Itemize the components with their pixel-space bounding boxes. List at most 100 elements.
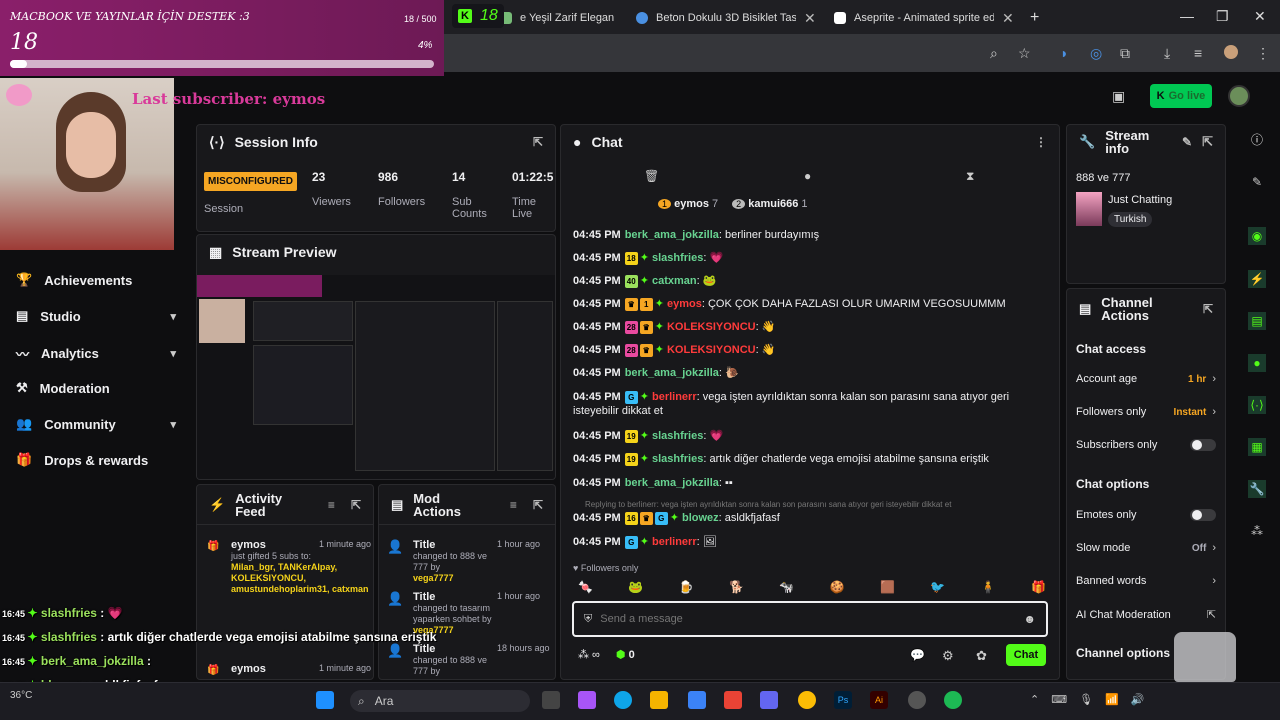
nav-drops-rewards[interactable]: 🎁 Drops & rewards (16, 452, 176, 468)
preview-video[interactable] (197, 275, 555, 479)
task-view-icon[interactable] (542, 691, 560, 709)
chat-icon[interactable]: ● (1248, 354, 1266, 372)
chat-message[interactable]: 04:45 PM ♛ 1 ✦ eymos: ÇOK ÇOK DAHA FAZLASI … (573, 297, 1053, 311)
pencil-icon[interactable]: ✎ (1248, 173, 1266, 191)
language-tag[interactable]: Turkish (1108, 212, 1153, 227)
search-icon[interactable]: ⌕ (990, 45, 998, 62)
minimize-icon[interactable]: — (1180, 8, 1194, 24)
more-options-icon[interactable]: ⋮ (1035, 135, 1047, 149)
emotes-only-toggle[interactable] (1190, 509, 1216, 521)
chat-message[interactable]: 04:45 PM 40 ✦ catxman: 🐸 (573, 274, 1053, 288)
chat-message[interactable]: 04:45 PM 16 ♛ G ✦ blowez: asldkfjafasf (573, 511, 1053, 525)
chat-username[interactable]: eymos (667, 298, 702, 310)
chat-username[interactable]: berlinerr (652, 536, 697, 548)
eye-icon[interactable]: ◉ (1248, 227, 1266, 245)
browser-tab[interactable]: Aseprite - Animated sprite edit ✕ (834, 6, 1024, 30)
ai-moderation-setting[interactable]: AI Chat Moderation ⇱ (1076, 608, 1216, 622)
info-icon[interactable]: ⓘ (1248, 131, 1266, 149)
visual-studio-icon[interactable] (760, 691, 778, 709)
top-chatter[interactable]: 2 kamui666 1 (732, 198, 808, 210)
points-display[interactable]: ⬢ 0 (616, 648, 635, 661)
edit-icon[interactable]: ✎ (1182, 135, 1192, 149)
chat-username[interactable]: slashfries (652, 453, 703, 465)
browser-tab[interactable]: Beton Dokulu 3D Bisiklet Tasarı ✕ (636, 6, 828, 30)
close-tab-icon[interactable]: ✕ (1002, 10, 1014, 27)
obs-icon[interactable] (908, 691, 926, 709)
chat-username[interactable]: berk_ama_jokzilla (625, 367, 719, 379)
chat-message[interactable]: 04:45 PM 19 ✦ slashfries: 💗 (573, 429, 1053, 443)
chat-message[interactable]: 04:45 PM 18 ✦ slashfries: 💗 (573, 251, 1053, 265)
filter-icon[interactable]: ≡ (328, 498, 335, 512)
copilot-icon[interactable] (578, 691, 596, 709)
chat-message[interactable]: 04:45 PM 28 ♛ ✦ KOLEKSIYONCU: 👋 (573, 343, 1053, 357)
windows-start-icon[interactable] (316, 691, 334, 709)
emotes-only-setting[interactable]: Emotes only (1076, 509, 1216, 521)
popout-icon[interactable]: ⇱ (351, 498, 361, 512)
nav-achievements[interactable]: 🏆 Achievements (16, 272, 176, 288)
maximize-icon[interactable]: ❐ (1216, 8, 1229, 25)
message-input[interactable] (600, 613, 1016, 625)
edge-icon[interactable] (614, 691, 632, 709)
followers-only-setting[interactable]: Followers only Instant › (1076, 406, 1216, 418)
filter-icon[interactable]: ≡ (510, 498, 517, 512)
infinity-icon[interactable]: ⁂ ∞ (578, 648, 600, 661)
subscribers-only-setting[interactable]: Subscribers only (1076, 439, 1216, 451)
chat-message[interactable]: 04:45 PM berk_ama_jokzilla: 🐌 (573, 366, 1053, 380)
browser-tab[interactable]: e Yeşil Zarif Elegan (500, 6, 628, 30)
close-window-icon[interactable]: ✕ (1254, 8, 1266, 25)
chat-message[interactable]: 04:45 PM 19 ✦ slashfries: artık diğer chat… (573, 452, 1053, 466)
bolt-icon[interactable]: ⚡ (1248, 270, 1266, 288)
chat-username[interactable]: KOLEKSIYONCU (667, 321, 756, 333)
emoji-icon[interactable]: ☻ (1023, 612, 1036, 626)
system-tray[interactable]: ⌃⌨🎙📶🔊 (1030, 693, 1156, 706)
category-thumbnail[interactable] (1076, 192, 1102, 226)
illustrator-icon[interactable]: Ai (870, 691, 888, 709)
subscribers-only-toggle[interactable] (1190, 439, 1216, 451)
account-age-setting[interactable]: Account age 1 hr › (1076, 373, 1216, 385)
gift-icon[interactable]: ✿ (976, 648, 987, 664)
nav-studio[interactable]: ▤ Studio ▾ (16, 308, 176, 324)
apps-icon[interactable]: ⁂ (1248, 522, 1266, 540)
chat-username[interactable]: berk_ama_jokzilla (625, 477, 719, 489)
profile-avatar[interactable] (1224, 45, 1238, 59)
popout-icon[interactable]: ⇱ (533, 498, 543, 512)
banned-words-setting[interactable]: Banned words › (1076, 575, 1216, 587)
taskbar-search[interactable]: ⌕ Ara (350, 690, 530, 712)
photoshop-icon[interactable]: Ps (834, 691, 852, 709)
popout-icon[interactable]: ⇱ (1202, 134, 1213, 150)
close-tab-icon[interactable]: ✕ (804, 10, 816, 27)
category-name[interactable]: Just Chatting (1108, 194, 1172, 206)
send-chat-button[interactable]: Chat (1006, 644, 1046, 666)
chat-username[interactable]: berlinerr (652, 391, 697, 403)
chat-message[interactable]: 04:45 PM berk_ama_jokzilla: berliner burd… (573, 228, 1053, 242)
read-aloud-icon[interactable]: ◗ (1060, 45, 1068, 61)
chat-message[interactable]: 04:45 PM G ✦ berlinerr: 🖼 (573, 535, 1053, 549)
slow-mode-setting[interactable]: Slow mode Off › (1076, 542, 1216, 554)
menu-icon[interactable]: ⋮ (1256, 45, 1270, 62)
chat-message[interactable]: 04:45 PM G ✦ berlinerr: vega işten ayrıldı… (573, 390, 1053, 418)
weather-widget[interactable]: 36°C (10, 690, 32, 701)
gear-icon[interactable]: ⚙ (942, 648, 954, 664)
store-icon[interactable] (688, 691, 706, 709)
chat-username[interactable]: berk_ama_jokzilla (625, 229, 719, 241)
chat-input[interactable]: ⛨ ☻ (572, 601, 1048, 637)
download-icon[interactable]: ⤓ (1164, 45, 1170, 62)
trash-icon[interactable]: 🗑 (644, 169, 659, 183)
bookmark-star-icon[interactable]: ☆ (1018, 45, 1031, 62)
nav-analytics[interactable]: 〰 Analytics ▾ (16, 344, 176, 363)
chat-username[interactable]: blowez (682, 512, 719, 524)
hourglass-icon[interactable]: ⧗ (966, 169, 974, 184)
wrench-icon[interactable]: 🔧 (1248, 480, 1266, 498)
popout-icon[interactable]: ⇱ (533, 135, 543, 149)
theater-mode-icon[interactable]: ▣ (1112, 88, 1125, 105)
gmail-icon[interactable] (724, 691, 742, 709)
nav-community[interactable]: 👥 Community ▾ (16, 416, 176, 432)
chat-message[interactable]: 04:45 PM 28 ♛ ✦ KOLEKSIYONCU: 👋 (573, 320, 1053, 334)
broadcast-icon[interactable]: ⟨·⟩ (1248, 396, 1266, 414)
puzzle-icon[interactable]: ⧉ (1120, 45, 1130, 62)
top-chatter[interactable]: 1 eymos 7 (658, 198, 718, 210)
popout-icon[interactable]: ⇱ (1203, 302, 1213, 316)
layers-icon[interactable]: ▦ (1248, 438, 1266, 456)
file-explorer-icon[interactable] (650, 691, 668, 709)
chat-username[interactable]: slashfries (652, 430, 703, 442)
